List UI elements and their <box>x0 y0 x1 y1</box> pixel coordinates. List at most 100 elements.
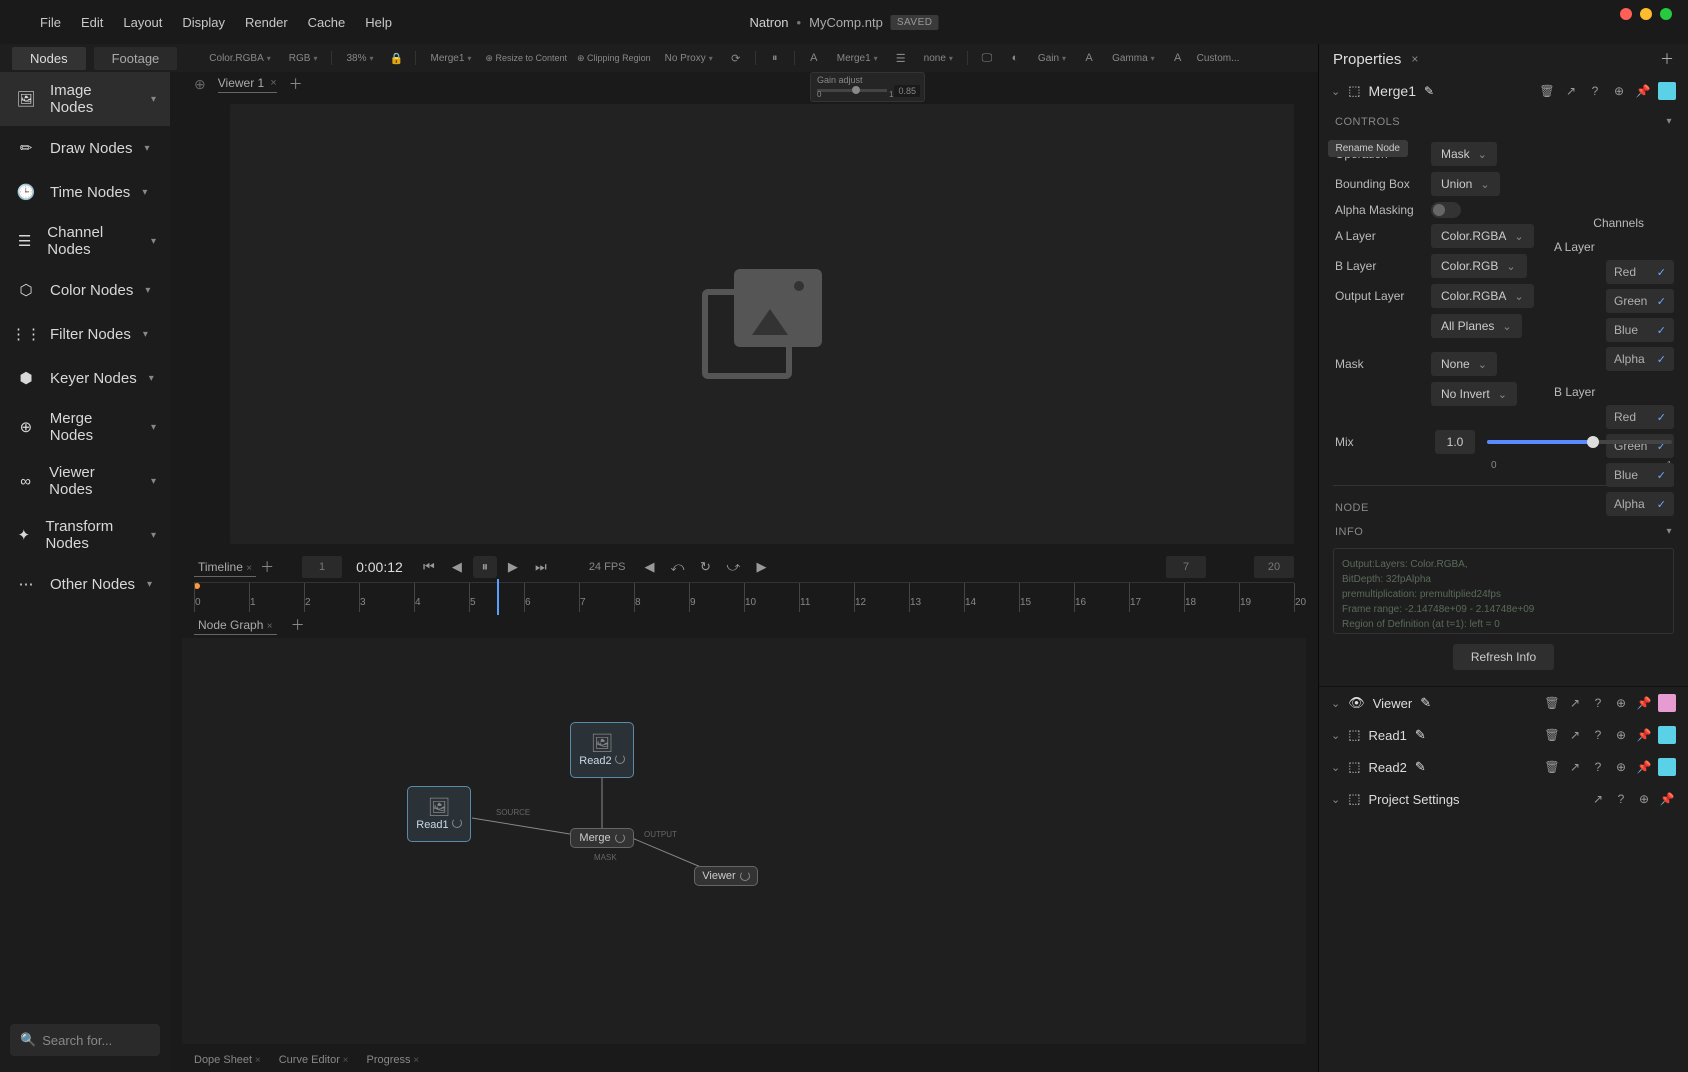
cat-filter[interactable]: ⋮⋮Filter Nodes▾ <box>0 312 170 356</box>
resize-btn[interactable]: ⊕ Resize to Content <box>485 53 567 64</box>
invert-dropdown[interactable]: No Invert <box>1431 382 1517 406</box>
mix-slider[interactable] <box>1487 440 1672 444</box>
contrast-icon[interactable]: ◐ <box>1006 49 1024 67</box>
frame-start[interactable]: 1 <box>302 556 342 578</box>
menu-file[interactable]: File <box>40 15 61 30</box>
crosshair-icon[interactable]: ⊕ <box>194 76 206 93</box>
cat-image[interactable]: 🖼Image Nodes▾ <box>0 72 170 126</box>
menu-edit[interactable]: Edit <box>81 15 103 30</box>
viewer-tab-close-icon[interactable]: × <box>270 77 276 89</box>
a-alpha-chip[interactable]: Alpha✓ <box>1606 347 1674 371</box>
b-green-chip[interactable]: Green✓ <box>1606 434 1674 458</box>
merge-dropdown-a[interactable]: Merge1 <box>426 51 475 66</box>
stack-project[interactable]: ⌄⬚ Project Settings ↗?⊕📌 <box>1319 783 1688 815</box>
alphamask-toggle[interactable] <box>1431 202 1461 218</box>
tab-footage[interactable]: Footage <box>94 47 178 70</box>
tab-progress[interactable]: Progress <box>367 1054 420 1066</box>
pin-icon[interactable]: 📌 <box>1634 82 1652 100</box>
menu-display[interactable]: Display <box>182 15 225 30</box>
menu-help[interactable]: Help <box>365 15 392 30</box>
viewer-tab-1[interactable]: Viewer 1× <box>218 76 277 93</box>
tl-icon-1[interactable]: ◀ <box>638 556 662 578</box>
section-controls[interactable]: CONTROLS▾ <box>1319 108 1688 132</box>
rename-icon[interactable]: ✎ <box>1424 84 1434 98</box>
menu-layout[interactable]: Layout <box>123 15 162 30</box>
stack-viewer[interactable]: ⌄👁 Viewer✎ 🗑↗?⊕📌 <box>1319 687 1688 719</box>
graph-tab-add-icon[interactable]: ＋ <box>291 615 305 635</box>
a-green-chip[interactable]: Green✓ <box>1606 289 1674 313</box>
timeline-tab[interactable]: Timeline × <box>194 558 256 577</box>
tl-icon-3[interactable]: ↻ <box>694 556 718 578</box>
operation-dropdown[interactable]: Mask <box>1431 142 1497 166</box>
cat-time[interactable]: 🕒Time Nodes▾ <box>0 170 170 214</box>
cat-draw[interactable]: ✏Draw Nodes▾ <box>0 126 170 170</box>
outlayer-dropdown[interactable]: Color.RGBA <box>1431 284 1534 308</box>
node-color-swatch[interactable] <box>1658 82 1676 100</box>
node-read2[interactable]: 🖼Read2 <box>570 722 634 778</box>
trash-icon[interactable]: 🗑 <box>1538 82 1556 100</box>
node-read1[interactable]: 🖼Read1 <box>407 786 471 842</box>
cat-color[interactable]: ⬡Color Nodes▾ <box>0 268 170 312</box>
alayer-dropdown[interactable]: Color.RGBA <box>1431 224 1534 248</box>
merge-dropdown-b[interactable]: Merge1 <box>833 51 882 66</box>
help-icon[interactable]: ? <box>1586 82 1604 100</box>
add-prop-icon[interactable]: ⊕ <box>1610 82 1628 100</box>
last-frame-icon[interactable]: ⏭ <box>529 556 553 578</box>
cat-viewer[interactable]: ∞Viewer Nodes▾ <box>0 454 170 508</box>
blayer-dropdown[interactable]: Color.RGB <box>1431 254 1527 278</box>
cat-channel[interactable]: ☰Channel Nodes▾ <box>0 214 170 268</box>
a-red-chip[interactable]: Red✓ <box>1606 260 1674 284</box>
viewport[interactable] <box>230 104 1294 544</box>
channels-dropdown[interactable]: RGB <box>285 51 322 66</box>
tl-icon-5[interactable]: ▶ <box>750 556 774 578</box>
none-dropdown[interactable]: none <box>920 51 957 66</box>
list-icon[interactable]: ☰ <box>892 49 910 67</box>
lock-icon[interactable]: 🔒 <box>387 49 405 67</box>
search-input[interactable]: 🔍 Search for... <box>10 1024 160 1056</box>
cat-other[interactable]: ⋯Other Nodes▾ <box>0 562 170 606</box>
stack-read2[interactable]: ⌄⬚ Read2✎ 🗑↗?⊕📌 <box>1319 751 1688 783</box>
proxy-dropdown[interactable]: No Proxy <box>661 51 717 66</box>
tab-nodes[interactable]: Nodes <box>12 47 86 70</box>
a2-icon[interactable]: A <box>1169 49 1187 67</box>
mask-dropdown[interactable]: None <box>1431 352 1497 376</box>
text-icon[interactable]: A <box>805 49 823 67</box>
a-blue-chip[interactable]: Blue✓ <box>1606 318 1674 342</box>
node-graph-tab[interactable]: Node Graph × <box>194 616 277 635</box>
refresh-icon[interactable]: ⟳ <box>727 49 745 67</box>
node-graph[interactable]: 🖼Read1 🖼Read2 Merge Viewer SOURCE MASK O… <box>182 638 1306 1044</box>
gamma-dropdown[interactable]: Gamma <box>1108 51 1159 66</box>
frame-cur[interactable]: 7 <box>1166 556 1206 578</box>
stack-read1[interactable]: ⌄⬚ Read1✎ 🗑↗?⊕📌 <box>1319 719 1688 751</box>
tab-curve[interactable]: Curve Editor <box>279 1054 349 1066</box>
collapse-icon[interactable]: ⌄ <box>1331 85 1340 98</box>
properties-add-icon[interactable]: ＋ <box>1660 49 1674 69</box>
node-viewer[interactable]: Viewer <box>694 866 758 886</box>
viewer-tab-add-icon[interactable]: ＋ <box>289 74 303 94</box>
cat-transform[interactable]: ✦Transform Nodes▾ <box>0 508 170 562</box>
prev-frame-icon[interactable]: ◀ <box>445 556 469 578</box>
monitor-icon[interactable]: 🖵 <box>978 49 996 67</box>
bbox-dropdown[interactable]: Union <box>1431 172 1500 196</box>
a-icon[interactable]: A <box>1080 49 1098 67</box>
timeline-ruler[interactable]: 01234567891011121314151617181920 <box>194 582 1294 612</box>
colorspace-dropdown[interactable]: Color.RGBA <box>205 51 274 66</box>
menu-cache[interactable]: Cache <box>308 15 346 30</box>
timeline-add-icon[interactable]: ＋ <box>260 557 274 577</box>
first-frame-icon[interactable]: ⏮ <box>417 556 441 578</box>
next-frame-icon[interactable]: ▶ <box>501 556 525 578</box>
cat-keyer[interactable]: ⬢Keyer Nodes▾ <box>0 356 170 400</box>
menu-render[interactable]: Render <box>245 15 288 30</box>
refresh-info-button[interactable]: Refresh Info <box>1453 644 1554 670</box>
tl-icon-2[interactable]: ⤺ <box>666 556 690 578</box>
zoom-dropdown[interactable]: 38% <box>342 51 377 66</box>
gain-dropdown[interactable]: Gain <box>1034 51 1070 66</box>
node-merge[interactable]: Merge <box>570 828 634 848</box>
fps-display[interactable]: 24 FPS <box>581 561 634 573</box>
allplanes-dropdown[interactable]: All Planes <box>1431 314 1522 338</box>
tab-dopesheet[interactable]: Dope Sheet <box>194 1054 261 1066</box>
clip-btn[interactable]: ⊕ Clipping Region <box>577 53 651 64</box>
b-blue-chip[interactable]: Blue✓ <box>1606 463 1674 487</box>
tl-icon-4[interactable]: ⤻ <box>722 556 746 578</box>
pause-icon[interactable]: ⏸ <box>766 49 784 67</box>
